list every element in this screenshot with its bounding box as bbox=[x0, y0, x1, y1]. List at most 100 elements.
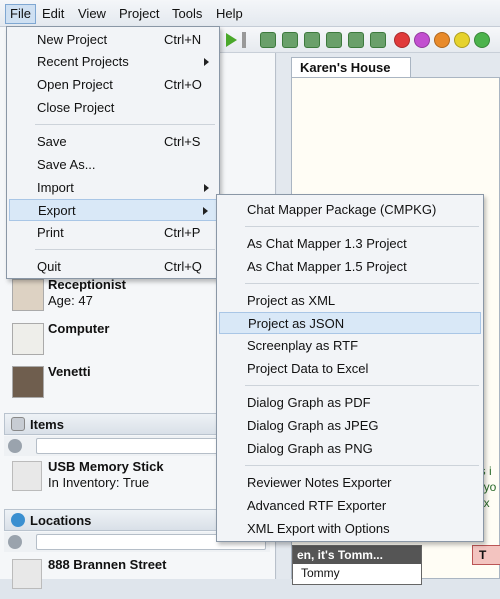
yellow-color-icon[interactable] bbox=[454, 32, 470, 48]
menu-item-new-project[interactable]: New Project Ctrl+N bbox=[9, 29, 217, 51]
export-item-pdf[interactable]: Dialog Graph as PDF bbox=[219, 392, 481, 414]
location-row[interactable]: 888 Brannen Street bbox=[4, 557, 270, 599]
menu-item-label: Chat Mapper Package (CMPKG) bbox=[247, 202, 437, 217]
menu-file[interactable]: File bbox=[5, 4, 36, 24]
items-section-label: Items bbox=[30, 417, 64, 432]
layout-icon[interactable] bbox=[348, 32, 364, 48]
export-item-png[interactable]: Dialog Graph as PNG bbox=[219, 438, 481, 460]
menu-item-label: New Project bbox=[37, 32, 108, 47]
export-item-cmpkg[interactable]: Chat Mapper Package (CMPKG) bbox=[219, 199, 481, 221]
locations-section-label: Locations bbox=[30, 513, 92, 528]
menu-item-label: Advanced RTF Exporter bbox=[247, 498, 387, 513]
menu-item-label: Reviewer Notes Exporter bbox=[247, 475, 392, 490]
menu-item-label: Screenplay as RTF bbox=[247, 338, 359, 353]
character-name: Venetti bbox=[48, 364, 91, 379]
export-item-advanced-rtf[interactable]: Advanced RTF Exporter bbox=[219, 495, 481, 517]
export-item-cm13[interactable]: As Chat Mapper 1.3 Project bbox=[219, 233, 481, 255]
menu-item-label: As Chat Mapper 1.3 Project bbox=[247, 236, 407, 251]
menu-item-label: Dialog Graph as JPEG bbox=[247, 418, 379, 433]
export-item-jpeg[interactable]: Dialog Graph as JPEG bbox=[219, 415, 481, 437]
file-menu: New Project Ctrl+N Recent Projects Open … bbox=[6, 26, 220, 279]
image-placeholder-icon bbox=[12, 559, 42, 589]
menu-item-label: XML Export with Options bbox=[247, 521, 390, 536]
menu-item-print[interactable]: Print Ctrl+P bbox=[9, 222, 217, 244]
export-item-xml-options[interactable]: XML Export with Options bbox=[219, 518, 481, 540]
fit-icon[interactable] bbox=[326, 32, 342, 48]
gear-icon[interactable] bbox=[8, 535, 22, 549]
node-label: T bbox=[479, 548, 487, 562]
location-name: 888 Brannen Street bbox=[48, 557, 167, 572]
menu-item-close-project[interactable]: Close Project bbox=[9, 97, 217, 119]
tab-title: Karen's House bbox=[300, 60, 391, 75]
orange-color-icon[interactable] bbox=[434, 32, 450, 48]
zoom-reset-icon[interactable] bbox=[304, 32, 320, 48]
node-header: en, it's Tomm... bbox=[293, 546, 421, 564]
menu-item-label: Project as XML bbox=[247, 293, 336, 308]
play-icon[interactable] bbox=[226, 33, 237, 47]
export-submenu: Chat Mapper Package (CMPKG) As Chat Mapp… bbox=[216, 194, 484, 542]
globe-icon bbox=[11, 513, 25, 527]
box-icon bbox=[11, 417, 25, 431]
menu-item-shortcut: Ctrl+P bbox=[164, 225, 201, 240]
export-item-screenplay-rtf[interactable]: Screenplay as RTF bbox=[219, 335, 481, 357]
menu-bar: File Edit View Project Tools Help bbox=[0, 0, 500, 27]
export-item-xml[interactable]: Project as XML bbox=[219, 290, 481, 312]
menu-item-save-as[interactable]: Save As... bbox=[9, 154, 217, 176]
dialog-node[interactable]: en, it's Tomm... Tommy bbox=[292, 545, 422, 585]
menu-help[interactable]: Help bbox=[212, 4, 247, 24]
menu-separator bbox=[245, 465, 479, 466]
item-name: USB Memory Stick bbox=[48, 459, 164, 474]
chevron-right-icon bbox=[204, 184, 209, 192]
export-item-excel[interactable]: Project Data to Excel bbox=[219, 358, 481, 380]
menu-item-quit[interactable]: Quit Ctrl+Q bbox=[9, 256, 217, 278]
expand-icon[interactable] bbox=[370, 32, 386, 48]
character-name: Computer bbox=[48, 321, 110, 336]
green-color-icon[interactable] bbox=[474, 32, 490, 48]
menu-item-shortcut: Ctrl+Q bbox=[164, 259, 202, 274]
menu-item-label: Dialog Graph as PNG bbox=[247, 441, 373, 456]
menu-edit[interactable]: Edit bbox=[38, 4, 68, 24]
character-age: Age: 47 bbox=[48, 293, 93, 308]
menu-item-label: Recent Projects bbox=[37, 54, 129, 69]
menu-item-open-project[interactable]: Open Project Ctrl+O bbox=[9, 74, 217, 96]
menu-item-label: Project Data to Excel bbox=[247, 361, 369, 376]
menu-view[interactable]: View bbox=[74, 4, 110, 24]
menu-item-shortcut: Ctrl+O bbox=[164, 77, 202, 92]
tab-karens-house[interactable]: Karen's House × bbox=[291, 57, 411, 90]
zoom-out-icon[interactable] bbox=[282, 32, 298, 48]
menu-item-import[interactable]: Import bbox=[9, 177, 217, 199]
node-body: Tommy bbox=[301, 566, 340, 580]
avatar bbox=[12, 323, 44, 355]
avatar bbox=[12, 366, 44, 398]
dialog-node-right[interactable]: T bbox=[472, 545, 500, 565]
menu-item-export[interactable]: Export bbox=[9, 199, 217, 221]
avatar bbox=[12, 279, 44, 311]
menu-item-shortcut: Ctrl+N bbox=[164, 32, 202, 47]
separator bbox=[242, 32, 246, 48]
menu-item-label: Export bbox=[38, 203, 76, 218]
menu-item-shortcut: Ctrl+S bbox=[164, 134, 201, 149]
character-name: Receptionist bbox=[48, 277, 127, 292]
purple-color-icon[interactable] bbox=[414, 32, 430, 48]
menu-item-label: Print bbox=[37, 225, 64, 240]
menu-project[interactable]: Project bbox=[115, 4, 163, 24]
export-item-reviewer-notes[interactable]: Reviewer Notes Exporter bbox=[219, 472, 481, 494]
zoom-in-icon[interactable] bbox=[260, 32, 276, 48]
menu-separator bbox=[35, 124, 215, 125]
menu-item-recent-projects[interactable]: Recent Projects bbox=[9, 51, 217, 73]
menu-item-label: Save bbox=[37, 134, 67, 149]
menu-item-label: Save As... bbox=[37, 157, 96, 172]
main-toolbar bbox=[220, 27, 500, 53]
menu-item-label: Project as JSON bbox=[248, 316, 345, 331]
gear-icon[interactable] bbox=[8, 439, 22, 453]
menu-tools[interactable]: Tools bbox=[168, 4, 206, 24]
export-item-json[interactable]: Project as JSON bbox=[219, 312, 481, 334]
chevron-right-icon bbox=[203, 207, 208, 215]
export-item-cm15[interactable]: As Chat Mapper 1.5 Project bbox=[219, 256, 481, 278]
menu-item-label: Open Project bbox=[37, 77, 113, 92]
red-color-icon[interactable] bbox=[394, 32, 410, 48]
menu-item-save[interactable]: Save Ctrl+S bbox=[9, 131, 217, 153]
chevron-right-icon bbox=[204, 58, 209, 66]
menu-item-label: Import bbox=[37, 180, 74, 195]
menu-separator bbox=[35, 249, 215, 250]
